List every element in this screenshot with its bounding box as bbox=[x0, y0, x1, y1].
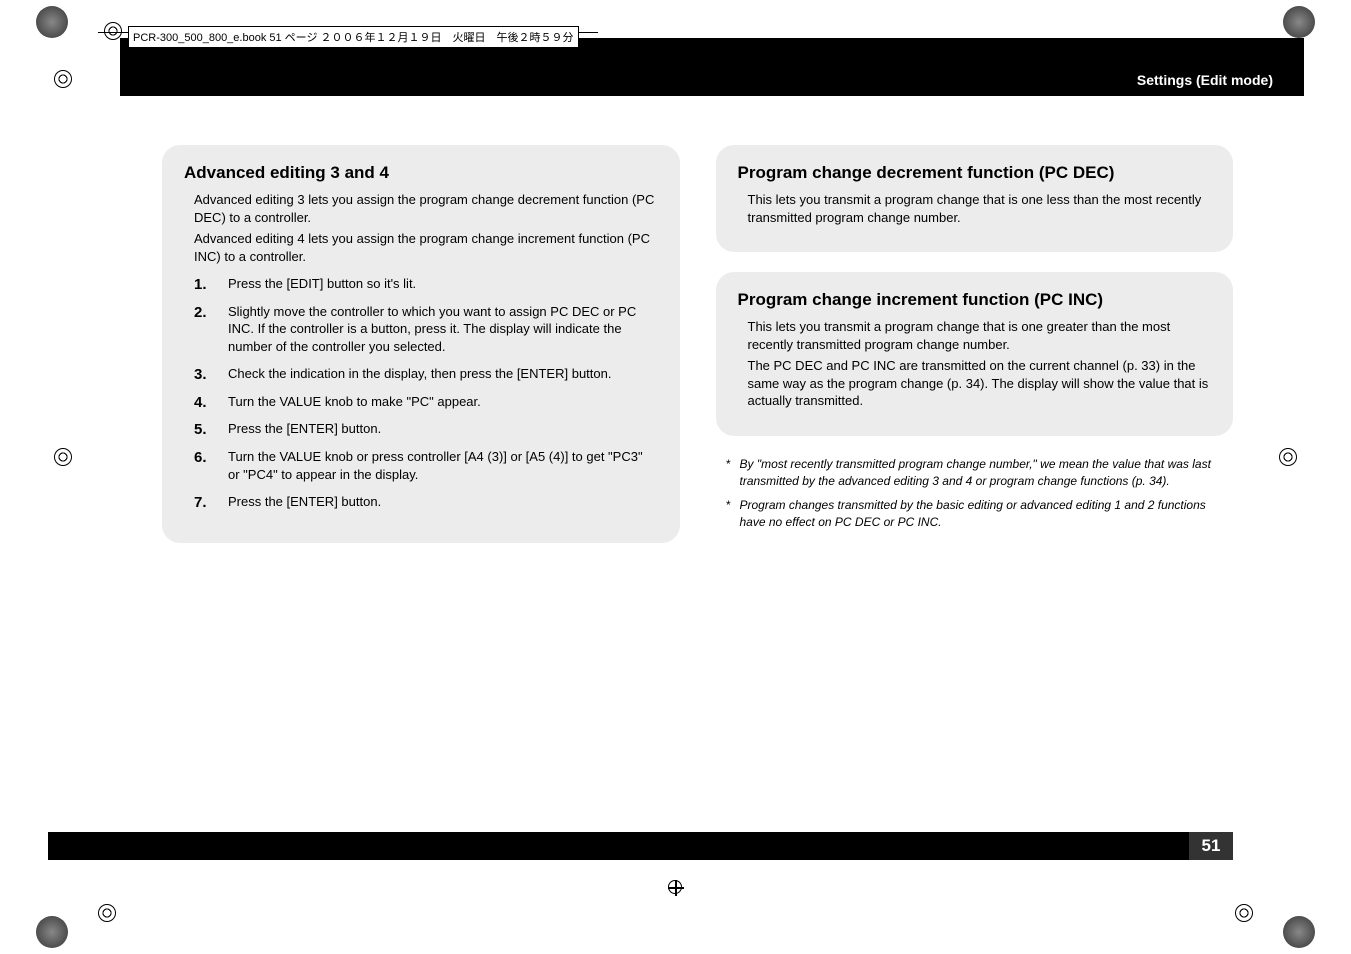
step-1: Press the [EDIT] button so it's lit. bbox=[184, 275, 658, 293]
left-title: Advanced editing 3 and 4 bbox=[184, 163, 658, 183]
pc-inc-body-1: This lets you transmit a program change … bbox=[738, 318, 1212, 353]
left-intro-2: Advanced editing 4 lets you assign the p… bbox=[184, 230, 658, 265]
right-column: Program change decrement function (PC DE… bbox=[716, 145, 1234, 563]
registration-mark-top bbox=[668, 880, 684, 896]
note-2: Program changes transmitted by the basic… bbox=[716, 497, 1234, 531]
step-5: Press the [ENTER] button. bbox=[184, 420, 658, 438]
crop-mark-right-bot bbox=[1235, 904, 1253, 922]
crop-mark-right-mid bbox=[1279, 448, 1297, 466]
crop-corner-bl bbox=[36, 916, 68, 948]
section-header: Settings (Edit mode) bbox=[1137, 72, 1273, 88]
note-1: By "most recently transmitted program ch… bbox=[716, 456, 1234, 490]
crop-corner-tr bbox=[1283, 6, 1315, 38]
pc-dec-body: This lets you transmit a program change … bbox=[738, 191, 1212, 226]
crop-corner-br bbox=[1283, 916, 1315, 948]
crop-mark-left-mid bbox=[54, 448, 72, 466]
left-column: Advanced editing 3 and 4 Advanced editin… bbox=[162, 145, 680, 563]
steps-list: Press the [EDIT] button so it's lit. Sli… bbox=[184, 275, 658, 510]
step-4: Turn the VALUE knob to make "PC" appear. bbox=[184, 393, 658, 411]
pc-inc-body-2: The PC DEC and PC INC are transmitted on… bbox=[738, 357, 1212, 410]
file-label: PCR-300_500_800_e.book 51 ページ ２００６年１２月１９… bbox=[128, 26, 579, 48]
pc-inc-title: Program change increment function (PC IN… bbox=[738, 290, 1212, 310]
crop-mark-left-top bbox=[54, 70, 72, 88]
panel-advanced-editing: Advanced editing 3 and 4 Advanced editin… bbox=[162, 145, 680, 543]
crop-mark-left-bot bbox=[98, 904, 116, 922]
left-intro-1: Advanced editing 3 lets you assign the p… bbox=[184, 191, 658, 226]
crop-corner-tl bbox=[36, 6, 68, 38]
content-area: Advanced editing 3 and 4 Advanced editin… bbox=[162, 145, 1233, 563]
step-6: Turn the VALUE knob or press controller … bbox=[184, 448, 658, 483]
step-2: Slightly move the controller to which yo… bbox=[184, 303, 658, 356]
step-7: Press the [ENTER] button. bbox=[184, 493, 658, 511]
page-number: 51 bbox=[1189, 832, 1233, 860]
step-3: Check the indication in the display, the… bbox=[184, 365, 658, 383]
panel-pc-inc: Program change increment function (PC IN… bbox=[716, 272, 1234, 436]
footer-bar bbox=[48, 832, 1233, 860]
panel-pc-dec: Program change decrement function (PC DE… bbox=[716, 145, 1234, 252]
pc-dec-title: Program change decrement function (PC DE… bbox=[738, 163, 1212, 183]
